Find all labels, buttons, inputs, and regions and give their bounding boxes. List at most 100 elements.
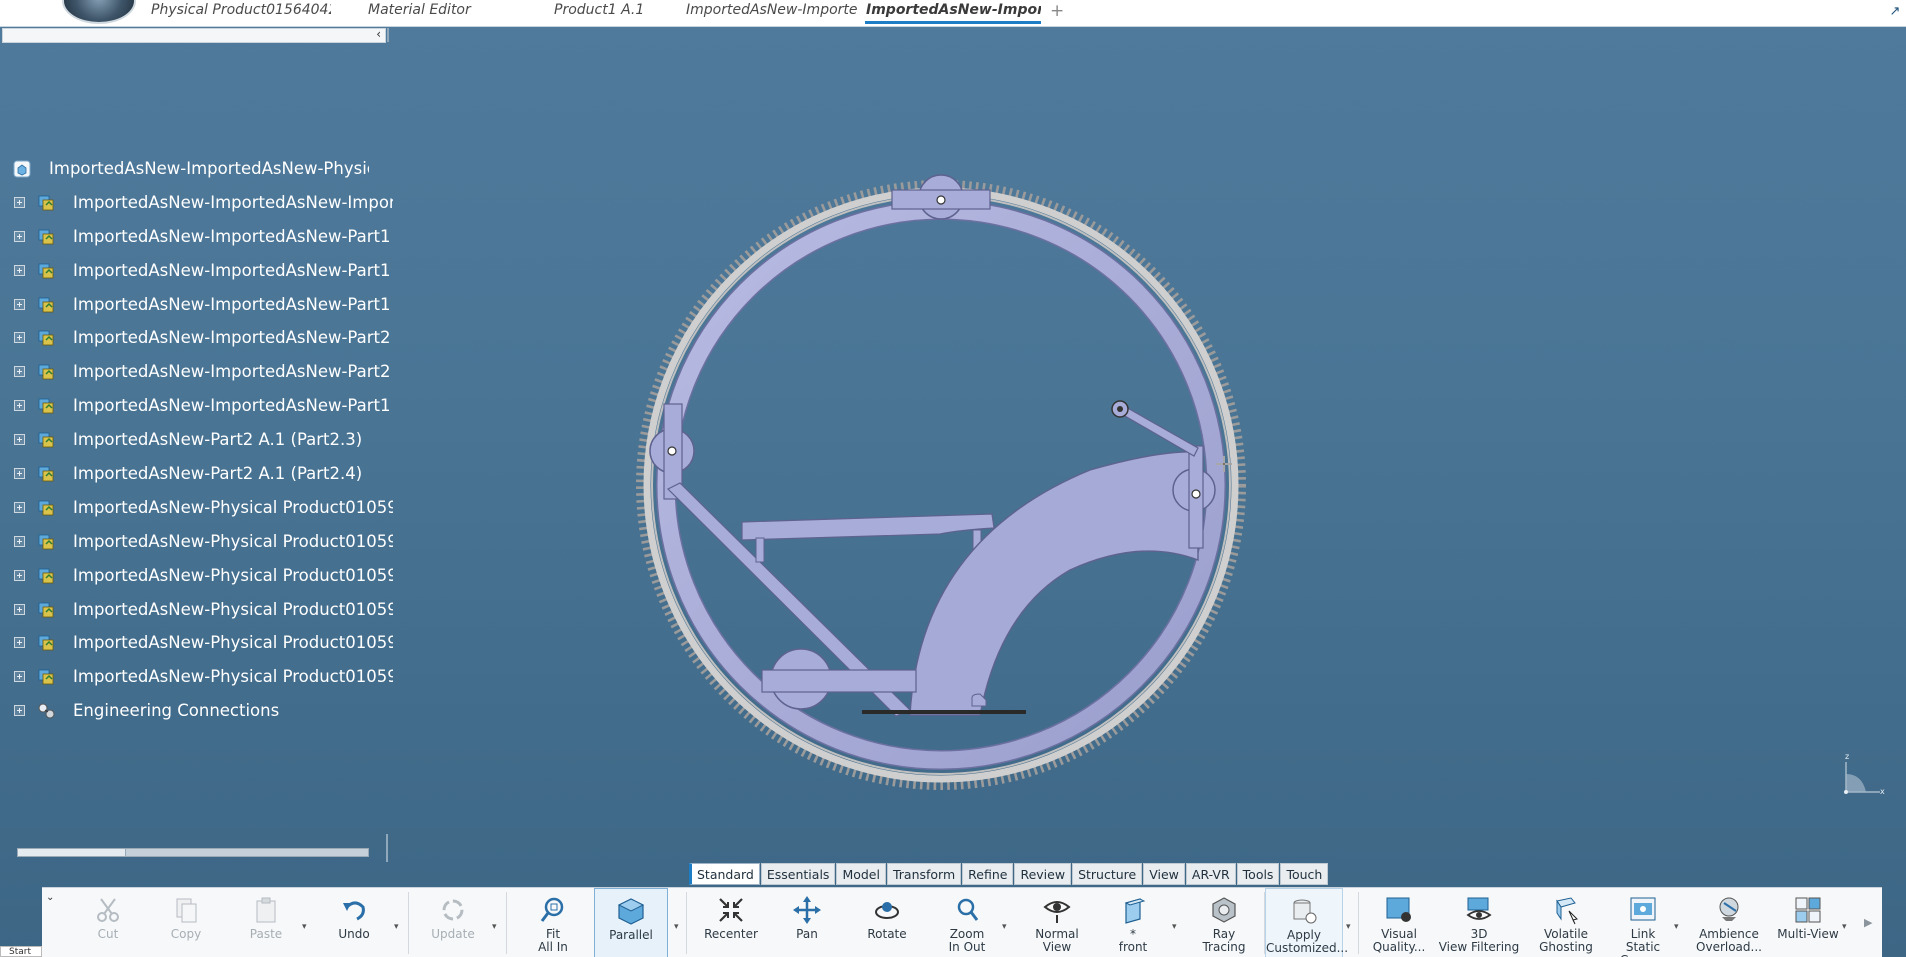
cut-button[interactable]: Cut	[80, 888, 136, 957]
tree-horizontal-scrollbar[interactable]	[17, 848, 369, 857]
section-tab-review[interactable]: Review	[1014, 863, 1072, 885]
tree-node[interactable]: Engineering Connections	[8, 695, 388, 729]
part-product-icon	[38, 568, 54, 584]
restore-window-icon[interactable]: ↗	[1884, 0, 1906, 26]
scroll-right-arrow-icon[interactable]: ▶	[1864, 916, 1872, 929]
front-view-button[interactable]: * front	[1102, 888, 1164, 957]
fit-all-in-label-2: All In	[538, 940, 568, 954]
expand-node-icon[interactable]	[14, 196, 25, 208]
expand-node-icon[interactable]	[14, 569, 25, 581]
copy-button[interactable]: Copy	[158, 888, 214, 957]
compass-logo-icon[interactable]	[62, 0, 136, 24]
tree-node-label: ImportedAsNew-Physical Product0105954	[73, 497, 393, 517]
expand-node-icon[interactable]	[14, 705, 25, 717]
paste-dropdown-icon[interactable]: ▾	[302, 922, 307, 932]
section-tab-standard[interactable]: Standard	[689, 863, 760, 885]
zoom-in-out-button[interactable]: Zoom In Out	[930, 888, 1004, 957]
tree-node[interactable]: ImportedAsNew-Physical Product0105954	[8, 526, 393, 560]
expand-node-icon[interactable]	[14, 366, 25, 378]
update-button[interactable]: Update	[422, 888, 484, 957]
section-tab-structure[interactable]: Structure	[1072, 863, 1143, 885]
section-tab-model[interactable]: Model	[836, 863, 886, 885]
tab-material-editor[interactable]: Material Editor	[368, 2, 508, 24]
tree-node[interactable]: ImportedAsNew-ImportedAsNew-Part1 A	[8, 289, 393, 323]
volatile-ghosting-button[interactable]: Volatile Ghosting	[1532, 888, 1600, 957]
link-camera-dropdown-icon[interactable]: ▾	[1674, 922, 1679, 932]
expand-node-icon[interactable]	[14, 671, 25, 683]
scrollbar-thumb[interactable]	[18, 849, 126, 856]
pan-button[interactable]: Pan	[776, 888, 838, 957]
expand-node-icon[interactable]	[14, 637, 25, 649]
section-tab-essentials[interactable]: Essentials	[760, 863, 836, 885]
section-tab-transform[interactable]: Transform	[886, 863, 962, 885]
tree-node[interactable]: ImportedAsNew-Physical Product0105954	[8, 594, 393, 628]
start-button[interactable]: Start	[0, 946, 42, 957]
tab-product1[interactable]: Product1 A.1	[554, 2, 664, 24]
tree-node[interactable]: ImportedAsNew-ImportedAsNew-Part2 A	[8, 322, 393, 356]
expand-node-icon[interactable]	[14, 603, 25, 615]
visual-quality-label-2: Quality...	[1372, 940, 1426, 954]
tree-node[interactable]: ImportedAsNew-ImportedAsNew-Part1 A	[8, 390, 393, 424]
expand-node-icon[interactable]	[14, 501, 25, 513]
tab-importedasnew-active[interactable]: ImportedAsNew-Imported	[865, 2, 1041, 24]
visual-quality-button[interactable]: Visual Quality...	[1366, 888, 1432, 957]
rotate-button[interactable]: Rotate	[854, 888, 920, 957]
panel-splitter[interactable]	[387, 28, 389, 42]
tree-root-node[interactable]: ImportedAsNew-ImportedAsNew-Physical Pr	[8, 153, 388, 187]
ambience-overload-button[interactable]: Ambience Overload...	[1690, 888, 1768, 957]
tree-node[interactable]: ImportedAsNew-ImportedAsNew-Part1 A	[8, 255, 393, 289]
paste-button[interactable]: Paste	[238, 888, 294, 957]
tree-node[interactable]: ImportedAsNew-Physical Product0105954	[8, 661, 393, 695]
multi-view-dropdown-icon[interactable]: ▾	[1842, 922, 1847, 932]
expand-node-icon[interactable]	[14, 434, 25, 446]
product-root-icon	[13, 160, 31, 178]
tree-node[interactable]: ImportedAsNew-Part2 A.1 (Part2.3)	[8, 424, 388, 458]
tree-resize-handle[interactable]	[386, 834, 388, 862]
recenter-button[interactable]: Recenter	[696, 888, 766, 957]
update-dropdown-icon[interactable]: ▾	[492, 922, 497, 932]
action-bar-collapse-icon[interactable]: ⌄	[46, 892, 54, 903]
expand-node-icon[interactable]	[14, 400, 25, 412]
section-tab-view[interactable]: View	[1143, 863, 1185, 885]
link-static-camera-button[interactable]: Link Static Came...	[1602, 888, 1684, 957]
section-tab-tools[interactable]: Tools	[1236, 863, 1280, 885]
undo-dropdown-icon[interactable]: ▾	[394, 922, 399, 932]
tree-node[interactable]: ImportedAsNew-ImportedAsNew-Import	[8, 187, 393, 221]
expand-node-icon[interactable]	[14, 230, 25, 242]
expand-node-icon[interactable]	[14, 535, 25, 547]
tree-node[interactable]: ImportedAsNew-ImportedAsNew-Part2 A	[8, 356, 393, 390]
tree-node[interactable]: ImportedAsNew-Physical Product0105954	[8, 492, 393, 526]
fit-all-in-button[interactable]: Fit All In	[522, 888, 584, 957]
projection-dropdown-icon[interactable]: ▾	[674, 922, 679, 932]
tab-importedasnew-1[interactable]: ImportedAsNew-ImportedA	[686, 2, 858, 24]
expand-node-icon[interactable]	[14, 332, 25, 344]
tree-node[interactable]: ImportedAsNew-ImportedAsNew-Part1 A	[8, 221, 393, 255]
add-tab-button[interactable]: +	[1050, 1, 1064, 21]
apply-customized-button[interactable]: Apply Customized...	[1265, 888, 1348, 957]
normal-view-button[interactable]: Normal View	[1022, 888, 1092, 957]
section-tab-ar-vr[interactable]: AR-VR	[1185, 863, 1236, 885]
undo-button[interactable]: Undo	[326, 888, 382, 957]
tree-node[interactable]: ImportedAsNew-Physical Product0105954	[8, 627, 393, 661]
parallel-projection-button[interactable]: Parallel	[594, 888, 668, 957]
tree-node-label: ImportedAsNew-Physical Product0105954	[73, 565, 393, 585]
tree-node[interactable]: ImportedAsNew-Physical Product0105954	[8, 560, 393, 594]
collapse-panel-chevron-icon[interactable]: ‹	[376, 27, 381, 41]
part-product-icon	[38, 364, 54, 380]
expand-node-icon[interactable]	[14, 298, 25, 310]
3d-viewport-model[interactable]	[600, 150, 1280, 800]
apply-customized-dropdown-icon[interactable]: ▾	[1346, 922, 1351, 932]
3d-view-filtering-button[interactable]: 3D View Filtering	[1434, 888, 1524, 957]
ray-tracing-button[interactable]: Ray Tracing	[1192, 888, 1256, 957]
section-tab-touch[interactable]: Touch	[1280, 863, 1329, 885]
volatile-ghosting-label-1: Volatile	[1543, 927, 1589, 941]
tab-physical-product[interactable]: Physical Product01564042	[151, 2, 331, 24]
view-dropdown-icon[interactable]: ▾	[1172, 922, 1177, 932]
multi-view-button[interactable]: Multi-View	[1772, 888, 1844, 957]
tree-node[interactable]: ImportedAsNew-Part2 A.1 (Part2.4)	[8, 458, 388, 492]
section-tab-refine[interactable]: Refine	[962, 863, 1014, 885]
engineering-connections-icon	[38, 703, 55, 719]
expand-node-icon[interactable]	[14, 468, 25, 480]
zoom-dropdown-icon[interactable]: ▾	[1002, 922, 1007, 932]
expand-node-icon[interactable]	[14, 264, 25, 276]
